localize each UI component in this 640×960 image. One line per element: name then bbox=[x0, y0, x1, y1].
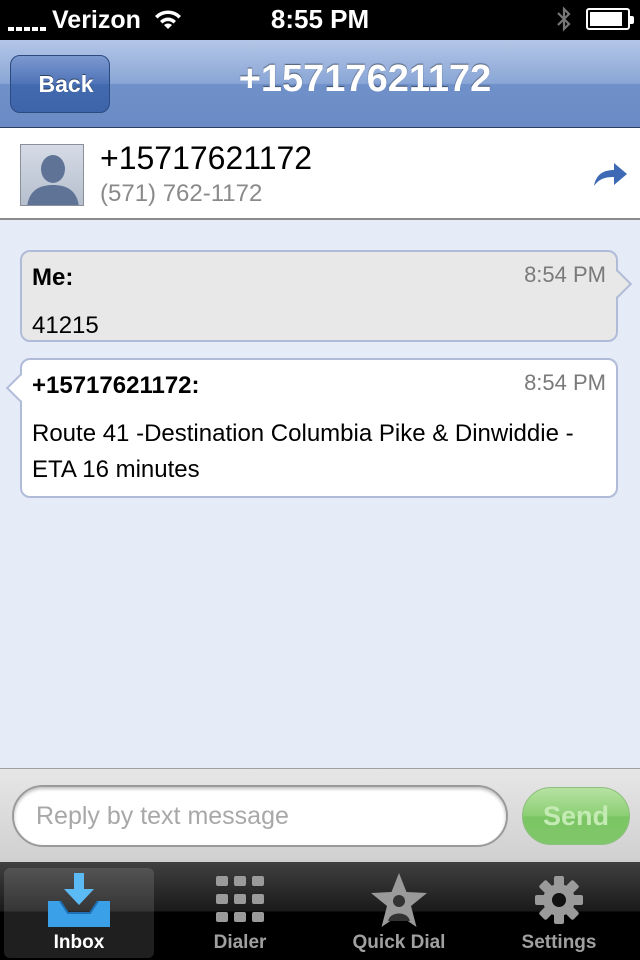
message-sender: +15717621172: bbox=[32, 372, 200, 399]
tab-inbox[interactable]: Inbox bbox=[4, 868, 154, 958]
page-title: +15717621172 bbox=[238, 58, 492, 100]
reply-bar: Send bbox=[0, 768, 640, 862]
contact-phone: (571) 762-1172 bbox=[100, 180, 263, 207]
message-bubble-outgoing[interactable]: Me: 8:54 PM 41215 bbox=[20, 250, 633, 342]
tab-label: Inbox bbox=[53, 932, 105, 953]
message-sender: Me: bbox=[32, 264, 74, 291]
tab-bar: Inbox Dialer Quick Dial Settings bbox=[0, 862, 640, 960]
back-button[interactable]: Back bbox=[10, 55, 110, 113]
tab-label: Settings bbox=[521, 932, 597, 953]
tab-label: Quick Dial bbox=[352, 932, 446, 953]
send-button[interactable]: Send bbox=[522, 787, 630, 845]
quick-dial-icon bbox=[371, 873, 427, 927]
tab-dialer[interactable]: Dialer bbox=[165, 868, 315, 958]
message-text: Route 41 -Destination Columbia Pike & Di… bbox=[32, 420, 574, 483]
avatar[interactable] bbox=[20, 144, 84, 206]
tab-quick-dial[interactable]: Quick Dial bbox=[324, 868, 474, 958]
navigation-bar: Back +15717621172 bbox=[0, 40, 640, 128]
inbox-icon bbox=[48, 873, 110, 927]
contact-name: +15717621172 bbox=[100, 140, 313, 176]
status-time: 8:55 PM bbox=[270, 4, 370, 34]
status-bar: Verizon 8:55 PM bbox=[0, 0, 640, 40]
message-bubble-incoming[interactable]: +15717621172: 8:54 PM Route 41 -Destinat… bbox=[5, 358, 618, 498]
bluetooth-icon bbox=[557, 6, 571, 32]
message-text: 41215 bbox=[32, 312, 99, 339]
battery-icon bbox=[586, 8, 634, 30]
contact-header: +15717621172 (571) 762-1172 bbox=[0, 128, 640, 220]
back-button-label: Back bbox=[38, 70, 94, 97]
dialer-icon bbox=[216, 876, 264, 922]
reply-input[interactable] bbox=[12, 785, 508, 847]
person-silhouette-icon bbox=[27, 155, 79, 205]
message-list[interactable]: Me: 8:54 PM 41215 +15717621172: 8:54 PM … bbox=[0, 220, 640, 768]
tab-label: Dialer bbox=[213, 932, 267, 953]
message-time: 8:54 PM bbox=[524, 370, 606, 395]
forward-arrow-icon[interactable] bbox=[590, 160, 630, 188]
tab-settings[interactable]: Settings bbox=[484, 868, 634, 958]
settings-icon bbox=[535, 876, 583, 924]
message-time: 8:54 PM bbox=[524, 262, 606, 287]
